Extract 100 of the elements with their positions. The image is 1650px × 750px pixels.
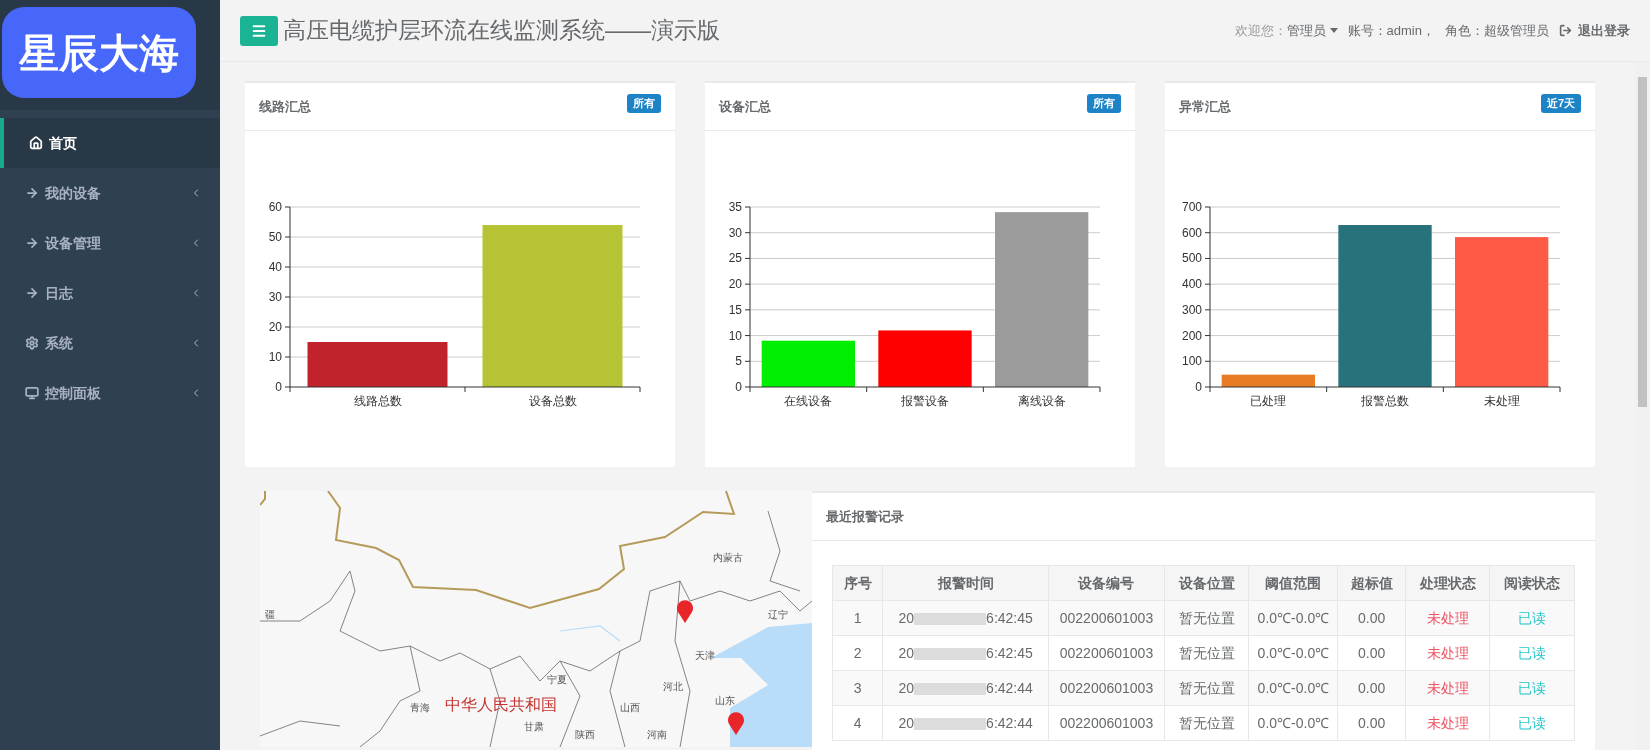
table-cell: 6:42:45 — [986, 609, 1033, 626]
region-label: 山东 — [715, 696, 735, 706]
region-label: 陕西 — [575, 730, 595, 740]
axis-tick-label: 200 — [1181, 328, 1202, 343]
table-cell: 3 — [832, 670, 883, 706]
axis-tick-label: 500 — [1181, 251, 1202, 266]
table-cell: 0.0℃-0.0℃ — [1248, 670, 1338, 706]
region-label: 山西 — [620, 703, 640, 713]
table-cell: 6:42:44 — [986, 679, 1033, 696]
table-cell: 20 — [898, 644, 915, 661]
table-cell: 20 — [898, 679, 915, 696]
table-cell: 0.0℃-0.0℃ — [1248, 635, 1338, 671]
axis-category-label: 报警设备 — [901, 394, 949, 408]
table-cell: 暂无位置 — [1164, 600, 1249, 636]
read-status-text: 已读 — [1489, 600, 1575, 636]
axis-tick-label: 400 — [1181, 277, 1202, 292]
axis-tick-label: 30 — [268, 290, 282, 304]
badge: 近7天 — [1540, 94, 1581, 113]
table-cell: 6:42:45 — [986, 644, 1033, 661]
table-cell: 0.00 — [1337, 635, 1406, 671]
logout-link[interactable]: 退出登录 — [1578, 20, 1630, 41]
read-status-text: 已读 — [1489, 670, 1575, 706]
axis-tick-label: 30 — [728, 225, 742, 240]
table-cell: 002200601003 — [1048, 670, 1165, 706]
table-cell: 002200601003 — [1048, 600, 1165, 636]
account-text: 账号：admin， — [1347, 21, 1435, 40]
region-label: 甘肃 — [524, 722, 544, 732]
axis-category-label: 在线设备 — [784, 394, 833, 408]
axis-tick-label: 100 — [1181, 354, 1202, 369]
table-cell: 20 — [898, 714, 915, 731]
sidebar-item[interactable]: 控制面板 — [0, 368, 220, 418]
sidebar-item[interactable]: 日志 — [0, 268, 220, 318]
axis-tick-label: 25 — [728, 251, 742, 266]
sidebar-item[interactable]: 首页 — [0, 118, 220, 168]
gear-icon — [25, 336, 39, 350]
axis-tick-label: 0 — [735, 380, 742, 394]
card-title: 设备汇总 — [719, 97, 771, 116]
card-title: 异常汇总 — [1179, 97, 1231, 116]
region-label: 青海 — [410, 703, 430, 713]
table-cell: 20 — [898, 609, 915, 626]
column-header: 阈值范围 — [1248, 565, 1338, 601]
role-text: 角色：超级管理员 — [1445, 21, 1549, 40]
table-cell: 002200601003 — [1048, 705, 1165, 741]
menu-icon — [251, 22, 267, 39]
status-text: 未处理 — [1405, 600, 1490, 636]
panel-title: 最近报警记录 — [826, 507, 904, 526]
sidebar-item[interactable]: 系统 — [0, 318, 220, 368]
read-status-text: 已读 — [1489, 705, 1575, 741]
region-label: 辽宁 — [768, 610, 788, 620]
region-label: 宁夏 — [547, 675, 567, 685]
user-dropdown[interactable]: 管理员 — [1286, 20, 1338, 41]
axis-tick-label: 700 — [1181, 200, 1202, 214]
axis-tick-label: 20 — [268, 320, 282, 334]
axis-tick-label: 60 — [268, 200, 282, 214]
table-cell: 0.00 — [1337, 600, 1406, 636]
region-label: 河北 — [663, 682, 683, 692]
axis-tick-label: 35 — [728, 200, 742, 214]
table-cell: 002200601003 — [1048, 635, 1165, 671]
welcome-text: 欢迎您： — [1234, 21, 1287, 40]
axis-category-label: 线路总数 — [353, 394, 402, 408]
region-label: 疆 — [265, 610, 275, 620]
monitor-icon — [25, 386, 39, 400]
logo: 星辰大海 — [2, 7, 196, 98]
axis-tick-label: 600 — [1181, 225, 1202, 240]
arrow-icon — [25, 286, 39, 300]
axis-tick-label: 5 — [735, 354, 742, 369]
table-cell: 0.0℃-0.0℃ — [1248, 705, 1338, 741]
column-header: 超标值 — [1337, 565, 1406, 601]
status-text: 未处理 — [1405, 670, 1490, 706]
logout-icon — [1559, 24, 1572, 37]
status-text: 未处理 — [1405, 705, 1490, 741]
column-header: 序号 — [832, 565, 883, 601]
column-header: 设备位置 — [1164, 565, 1249, 601]
table-cell: 0.00 — [1337, 670, 1406, 706]
page-title: 高压电缆护层环流在线监测系统——演示版 — [283, 16, 720, 46]
table-cell: 0.0℃-0.0℃ — [1248, 600, 1338, 636]
column-header: 报警时间 — [882, 565, 1049, 601]
caret-icon — [1329, 28, 1338, 33]
table-cell: 2 — [832, 635, 883, 671]
region-label: 天津 — [695, 651, 715, 661]
menu-button[interactable] — [240, 15, 278, 46]
read-status-text: 已读 — [1489, 635, 1575, 671]
axis-tick-label: 300 — [1181, 302, 1202, 317]
map-pin-icon — [727, 711, 745, 735]
home-icon — [29, 136, 43, 150]
sidebar-item[interactable]: 我的设备 — [0, 168, 220, 218]
column-header: 处理状态 — [1405, 565, 1490, 601]
region-label: 内蒙古 — [713, 553, 743, 563]
axis-tick-label: 10 — [728, 328, 742, 343]
axis-category-label: 报警总数 — [1361, 394, 1409, 408]
axis-tick-label: 15 — [728, 302, 742, 317]
column-header: 设备编号 — [1048, 565, 1165, 601]
axis-category-label: 离线设备 — [1017, 394, 1066, 408]
axis-category-label: 设备总数 — [528, 394, 577, 408]
sidebar-item[interactable]: 设备管理 — [0, 218, 220, 268]
axis-category-label: 未处理 — [1483, 394, 1520, 408]
badge: 所有 — [627, 94, 661, 113]
axis-tick-label: 20 — [728, 277, 742, 292]
table-cell: 1 — [832, 600, 883, 636]
axis-tick-label: 40 — [268, 260, 282, 274]
